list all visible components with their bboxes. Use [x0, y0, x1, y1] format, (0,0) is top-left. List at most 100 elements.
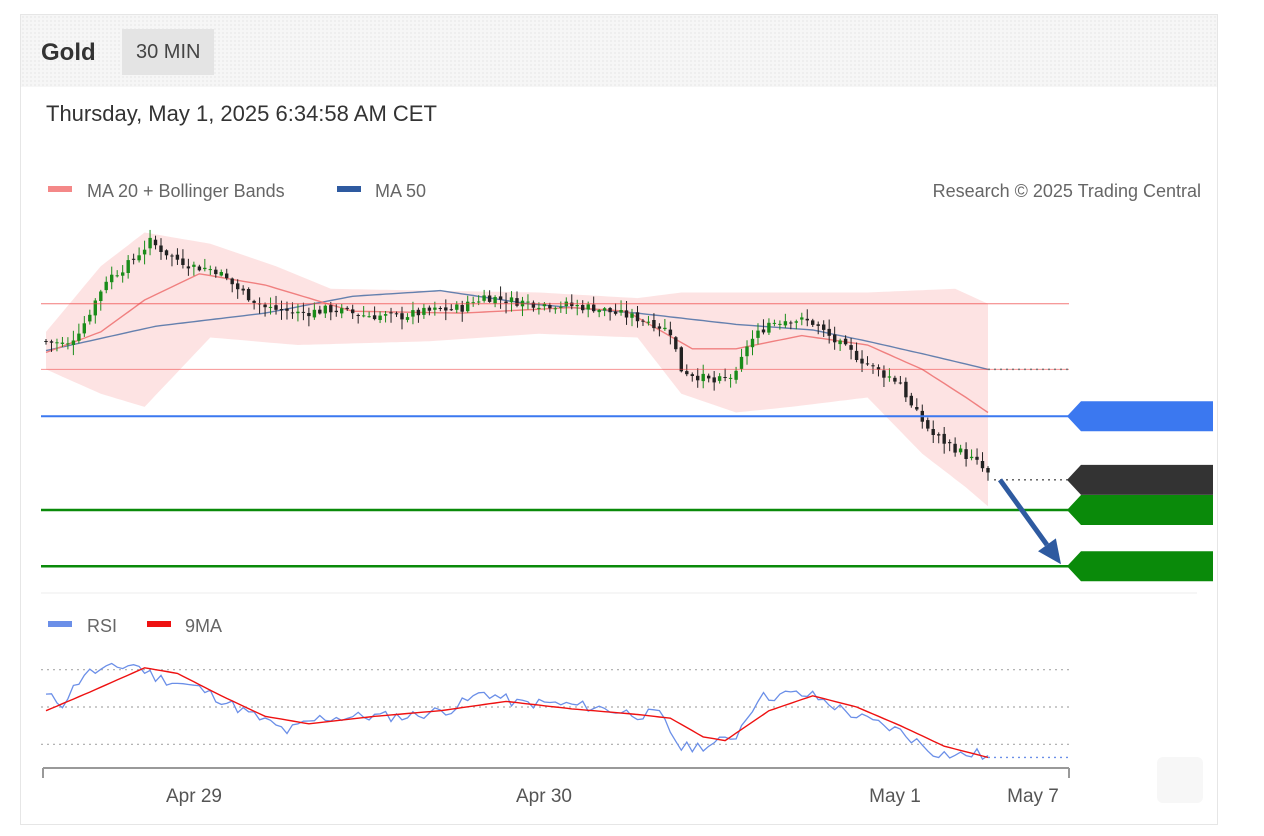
candle-body: [827, 328, 831, 336]
candle-body: [318, 309, 322, 314]
forecast-arrow-head: [1038, 538, 1061, 565]
candle-body: [865, 363, 870, 365]
candle-body: [800, 317, 804, 320]
candle-body: [783, 321, 788, 326]
candle-body: [717, 376, 722, 381]
candle-body: [931, 429, 935, 435]
candle-body: [104, 281, 108, 291]
candle-body: [444, 307, 448, 311]
candle-body: [548, 305, 552, 309]
candle-body: [761, 329, 766, 333]
candle-body: [416, 309, 421, 316]
candle-body: [602, 308, 607, 311]
candle-body: [805, 318, 809, 321]
candle-body: [214, 269, 218, 275]
pivot-tag: [1067, 401, 1213, 432]
candle-body: [137, 255, 141, 261]
candle-body: [893, 377, 897, 382]
candle-body: [915, 407, 919, 410]
candle-body: [789, 322, 793, 324]
candle-body: [575, 305, 579, 307]
support-tag: [1067, 551, 1213, 582]
candle-body: [455, 304, 459, 310]
candle-body: [882, 370, 886, 378]
price-chart: MA 20 + Bollinger Bands MA 50 Research ©…: [41, 181, 1213, 807]
candle-body: [515, 298, 519, 306]
candle-body: [975, 456, 979, 460]
candle-body: [964, 449, 968, 459]
candle-body: [948, 442, 952, 444]
candle-body: [816, 324, 820, 326]
candle-body: [131, 258, 136, 260]
candle-body: [504, 301, 508, 304]
candle-body: [728, 377, 733, 379]
expand-button[interactable]: [1157, 757, 1203, 803]
candle-body: [362, 315, 366, 317]
candle-body: [340, 308, 344, 314]
candle-body: [312, 309, 317, 318]
candle-body: [296, 311, 300, 314]
candle-body: [219, 272, 223, 276]
candle-body: [110, 274, 114, 283]
candle-body: [279, 309, 284, 311]
candle-body: [849, 345, 853, 350]
level-lines: [41, 303, 1213, 582]
candle-body: [60, 342, 65, 344]
candle-body: [93, 300, 97, 316]
candle-body: [394, 313, 399, 315]
ma50-legend-swatch: [337, 186, 361, 192]
candle-body: [745, 346, 749, 357]
candle-body: [466, 301, 470, 312]
candle-body: [942, 433, 946, 444]
candle-body: [663, 327, 667, 330]
x-tick-label: Apr 30: [516, 786, 572, 807]
candle-body: [345, 307, 349, 309]
candle-body: [351, 309, 355, 314]
candle-body: [372, 315, 377, 320]
candle-body: [592, 304, 596, 312]
candle-body: [487, 295, 492, 302]
candle-body: [707, 375, 711, 379]
candle-body: [794, 321, 798, 323]
candle-body: [460, 305, 464, 312]
candle-body: [668, 329, 673, 336]
candle-body: [55, 342, 59, 344]
candle-body: [263, 304, 267, 308]
rsi-ma-legend-label: 9MA: [185, 616, 222, 636]
candle-body: [608, 308, 612, 313]
candle-body: [619, 310, 623, 313]
candle-body: [148, 237, 152, 249]
candle-body: [186, 266, 191, 269]
candle-body: [71, 340, 76, 345]
candle-body: [537, 307, 541, 309]
candle-body: [860, 358, 864, 364]
ma50-legend-label: MA 50: [375, 181, 426, 201]
candle-body: [887, 376, 892, 378]
candle-body: [225, 273, 229, 279]
candle-body: [739, 356, 744, 369]
candle-body: [652, 320, 656, 329]
candle-body: [498, 296, 503, 300]
candle-body: [208, 269, 212, 271]
candle-body: [471, 302, 475, 304]
chart-card: Gold 30 MIN Thursday, May 1, 2025 6:34:5…: [20, 14, 1218, 825]
candle-body: [986, 468, 990, 473]
candle-body: [290, 312, 295, 314]
ma20-legend-swatch: [48, 186, 72, 192]
candle-body: [624, 310, 629, 318]
forecast-arrow-shaft: [997, 478, 1049, 547]
candle-body: [438, 308, 442, 309]
candle-body: [427, 307, 432, 311]
candle-body: [389, 312, 393, 314]
candle-body: [307, 313, 311, 317]
candle-body: [833, 334, 837, 343]
candle-body: [329, 305, 333, 313]
candle-body: [49, 341, 54, 343]
candle-body: [181, 258, 185, 265]
candle-body: [969, 456, 974, 459]
candle-body: [597, 309, 601, 313]
candle-body: [657, 326, 662, 329]
candle-body: [433, 307, 437, 310]
candle-body: [115, 275, 119, 277]
candle-body: [236, 283, 240, 290]
